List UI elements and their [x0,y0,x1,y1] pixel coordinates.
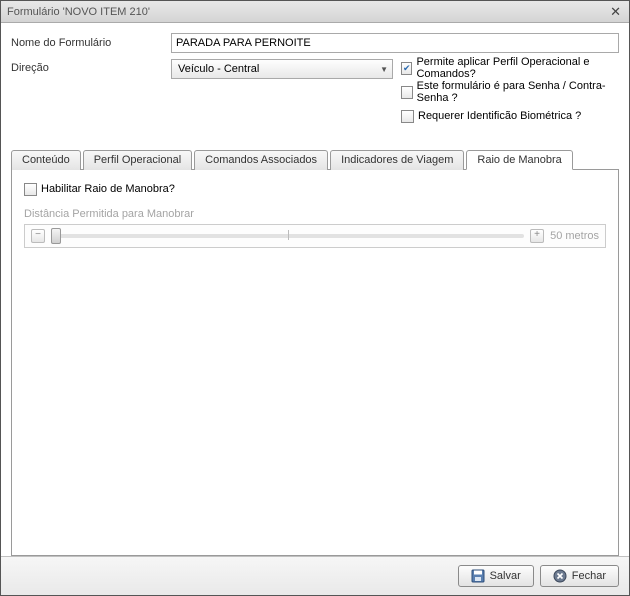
row-form-name: Nome do Formulário [11,33,619,53]
tab-panel-raio: Habilitar Raio de Manobra? Distância Per… [11,169,619,556]
checkbox-enable-raio[interactable] [24,183,37,196]
save-icon [471,569,485,583]
checkbox-senha-label: Este formulário é para Senha / Contra-Se… [417,80,619,104]
close-circle-icon [553,569,567,583]
row-enable-raio: Habilitar Raio de Manobra? [24,180,606,198]
tab-indicadores-viagem[interactable]: Indicadores de Viagem [330,150,464,170]
window-title: Formulário 'NOVO ITEM 210' [7,6,150,18]
checkbox-senha[interactable] [401,86,413,99]
checkbox-perfil-label: Permite aplicar Perfil Operacional e Com… [416,56,619,80]
select-direction-value: Veículo - Central [178,63,259,75]
label-direction: Direção [11,59,171,74]
label-distance: Distância Permitida para Manobrar [24,208,606,220]
titlebar: Formulário 'NOVO ITEM 210' ✕ [1,1,629,23]
tabs-container: Conteúdo Perfil Operacional Comandos Ass… [11,149,619,556]
footer: Salvar Fechar [1,556,629,595]
tab-conteudo[interactable]: Conteúdo [11,150,81,170]
save-button[interactable]: Salvar [458,565,534,587]
checkbox-biometrica[interactable] [401,110,414,123]
close-button[interactable]: Fechar [540,565,619,587]
slider-plus-button[interactable]: + [530,229,544,243]
chevron-down-icon: ▼ [380,65,388,74]
select-direction[interactable]: Veículo - Central ▼ [171,59,393,79]
row-direction: Direção Veículo - Central ▼ ✔ Permite ap… [11,59,619,131]
checkbox-perfil-operacional[interactable]: ✔ [401,62,412,75]
dialog-window: Formulário 'NOVO ITEM 210' ✕ Nome do For… [0,0,630,596]
tabs-header: Conteúdo Perfil Operacional Comandos Ass… [11,149,619,169]
slider-tick [288,230,289,240]
form-area: Nome do Formulário Direção Veículo - Cen… [1,23,629,143]
label-enable-raio: Habilitar Raio de Manobra? [41,183,175,195]
slider-distance: − + 50 metros [24,224,606,248]
tab-raio-manobra[interactable]: Raio de Manobra [466,150,572,170]
slider-thumb[interactable] [51,228,61,244]
check-row-senha: Este formulário é para Senha / Contra-Se… [401,83,619,101]
slider-minus-button[interactable]: − [31,229,45,243]
close-button-label: Fechar [572,570,606,582]
close-icon[interactable]: ✕ [606,4,625,20]
slider-value-text: 50 metros [550,230,599,242]
label-form-name: Nome do Formulário [11,37,171,49]
check-row-perfil: ✔ Permite aplicar Perfil Operacional e C… [401,59,619,77]
tab-perfil-operacional[interactable]: Perfil Operacional [83,150,192,170]
input-form-name[interactable] [171,33,619,53]
slider-track[interactable] [51,234,524,238]
check-row-biometrica: Requerer Identificão Biométrica ? [401,107,619,125]
checkbox-column: ✔ Permite aplicar Perfil Operacional e C… [401,59,619,131]
save-button-label: Salvar [490,570,521,582]
tab-comandos-associados[interactable]: Comandos Associados [194,150,328,170]
checkbox-biometrica-label: Requerer Identificão Biométrica ? [418,110,581,122]
